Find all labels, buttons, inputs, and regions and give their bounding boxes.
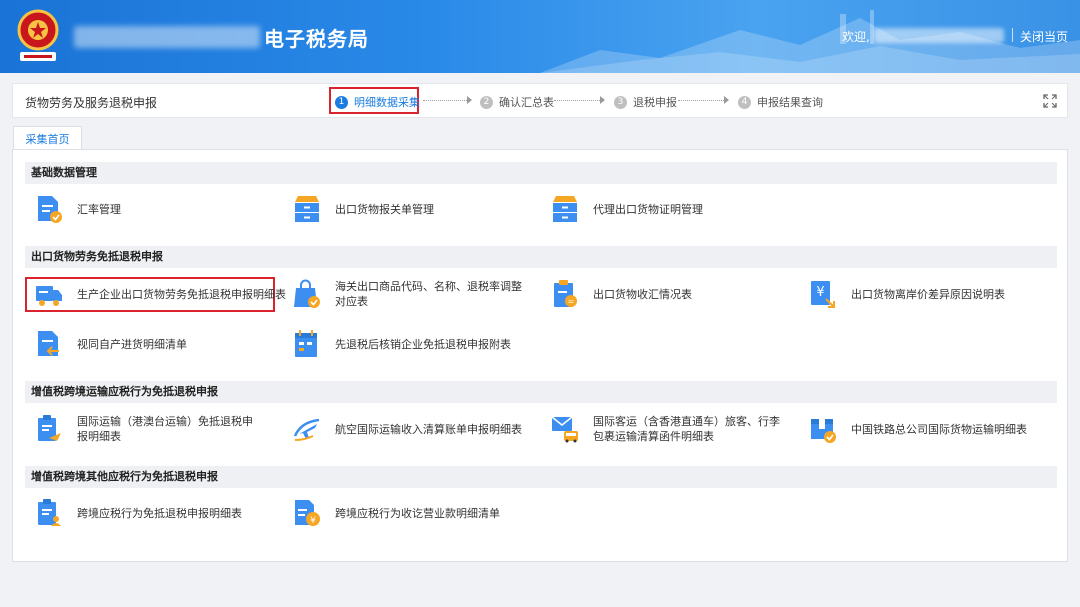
page-title: 货物劳务及服务退税申报 <box>25 96 158 110</box>
item-label: 视同自产进货明细清单 <box>77 337 187 351</box>
arrow-right-icon <box>600 96 605 104</box>
doc-yen-icon: ¥ <box>295 500 320 526</box>
item-label: 先退税后核销企业免抵退税申报附表 <box>335 337 511 351</box>
item-label: 海关出口商品代码、名称、退税率调整对应表 <box>335 280 522 308</box>
item-label: 航空国际运输收入清算账单申报明细表 <box>335 422 522 436</box>
step-label: 明细数据采集 <box>354 96 420 109</box>
drawer-cabinet-icon <box>295 196 319 222</box>
svg-text:¥: ¥ <box>816 285 824 300</box>
yen-doc-icon: ¥ <box>811 281 835 308</box>
item-label: 跨境应税行为收讫营业款明细清单 <box>335 506 500 520</box>
doc-check-icon <box>38 196 62 223</box>
svg-text:=: = <box>568 297 575 306</box>
section-cross-border-transport: 增值税跨境运输应税行为免抵退税申报 <box>25 381 1057 403</box>
item-label: 出口货物收汇情况表 <box>593 287 692 301</box>
item-china-railway-freight[interactable]: 中国铁路总公司国际货物运输明细表 <box>809 414 1027 444</box>
step-detail-collect[interactable]: 1 明细数据采集 <box>335 94 420 110</box>
item-label: 出口货物离岸价差异原因说明表 <box>851 287 1005 301</box>
item-exchange-rate[interactable]: 汇率管理 <box>35 194 121 224</box>
item-intl-transport-refund-detail[interactable]: 国际运输（港澳台运输）免抵退税申报明细表 <box>35 414 275 444</box>
step-number: 4 <box>738 95 751 109</box>
arrow-right-icon <box>724 96 729 104</box>
calendar-doc-icon <box>295 330 317 357</box>
box-check-icon <box>811 419 836 443</box>
item-label: 跨境应税行为免抵退税申报明细表 <box>77 506 242 520</box>
item-cross-border-refund-detail[interactable]: 跨境应税行为免抵退税申报明细表 <box>35 498 242 528</box>
section-export-refund: 出口货物劳务免抵退税申报 <box>25 246 1057 268</box>
item-aviation-settlement-detail[interactable]: 航空国际运输收入清算账单申报明细表 <box>293 414 522 444</box>
item-label: 出口货物报关单管理 <box>335 202 434 216</box>
item-cross-border-receipt-list[interactable]: ¥ 跨境应税行为收讫营业款明细清单 <box>293 498 500 528</box>
item-label: 国际客运（含香港直通车）旅客、行李包裹运输清算函件明细表 <box>593 415 780 443</box>
step-connector <box>423 100 467 101</box>
main-panel: 基础数据管理 汇率管理 出口货物报关单管理 代理出口货物证明管理 出口货物劳务免… <box>12 149 1068 562</box>
step-number: 1 <box>335 95 348 109</box>
clipboard-plane-icon <box>38 415 61 441</box>
item-intl-passenger-settlement[interactable]: 国际客运（含香港直通车）旅客、行李包裹运输清算函件明细表 <box>551 414 801 444</box>
fullscreen-icon[interactable] <box>1043 94 1057 108</box>
bureau-region-blurred <box>74 26 260 48</box>
item-agent-export-certificate[interactable]: 代理出口货物证明管理 <box>551 194 703 224</box>
item-customs-code-adjust[interactable]: 海关出口商品代码、名称、退税率调整对应表 <box>293 279 533 309</box>
svg-text:¥: ¥ <box>310 516 316 526</box>
tab-collect-home[interactable]: 采集首页 <box>13 126 82 150</box>
close-page-link[interactable]: 关闭当页 <box>1020 28 1068 45</box>
item-refund-before-verify-schedule[interactable]: 先退税后核销企业免抵退税申报附表 <box>293 329 511 359</box>
user-name-blurred <box>874 28 1004 43</box>
truck-icon <box>36 286 62 306</box>
step-label: 申报结果查询 <box>757 96 823 109</box>
item-label: 代理出口货物证明管理 <box>593 202 703 216</box>
tax-emblem-icon <box>17 9 59 61</box>
step-result-query[interactable]: 4 申报结果查询 <box>738 94 823 110</box>
step-number: 2 <box>480 95 493 109</box>
clipboard-person-icon <box>38 499 61 526</box>
item-production-refund-detail[interactable]: 生产企业出口货物劳务免抵退税申报明细表 <box>35 279 286 309</box>
clipboard-money-icon: = <box>554 280 577 307</box>
section-cross-border-other: 增值税跨境其他应税行为免抵退税申报 <box>25 466 1057 488</box>
item-fob-difference-reason[interactable]: ¥ 出口货物离岸价差异原因说明表 <box>809 279 1005 309</box>
step-bar: 货物劳务及服务退税申报 1 明细数据采集 2 确认汇总表 3 退税申报 4 申报… <box>12 83 1068 118</box>
mail-bus-icon <box>551 416 578 443</box>
step-connector <box>678 100 724 101</box>
item-label: 中国铁路总公司国际货物运输明细表 <box>851 422 1027 436</box>
section-basic-data: 基础数据管理 <box>25 162 1057 184</box>
item-export-customs-manage[interactable]: 出口货物报关单管理 <box>293 194 434 224</box>
header-divider <box>1012 28 1013 42</box>
step-label: 确认汇总表 <box>499 96 554 109</box>
doc-arrow-icon <box>38 331 59 356</box>
item-label: 汇率管理 <box>77 202 121 216</box>
arrow-right-icon <box>467 96 472 104</box>
airplane-icon <box>293 418 320 441</box>
shopping-bag-icon <box>294 279 320 308</box>
step-label: 退税申报 <box>633 96 677 109</box>
drawer-cabinet-icon <box>553 196 577 222</box>
item-deemed-self-produced-list[interactable]: 视同自产进货明细清单 <box>35 329 187 359</box>
step-connector <box>554 100 600 101</box>
step-refund-declare[interactable]: 3 退税申报 <box>614 94 677 110</box>
item-export-forex-receipt[interactable]: = 出口货物收汇情况表 <box>551 279 692 309</box>
step-number: 3 <box>614 95 627 109</box>
welcome-text: 欢迎, <box>842 30 870 44</box>
item-label: 生产企业出口货物劳务免抵退税申报明细表 <box>77 287 286 301</box>
top-header: 电子税务局 欢迎, 关闭当页 <box>0 0 1080 73</box>
bureau-title: 电子税务局 <box>264 27 369 51</box>
item-label: 国际运输（港澳台运输）免抵退税申报明细表 <box>77 415 253 443</box>
step-confirm-summary[interactable]: 2 确认汇总表 <box>480 94 554 110</box>
